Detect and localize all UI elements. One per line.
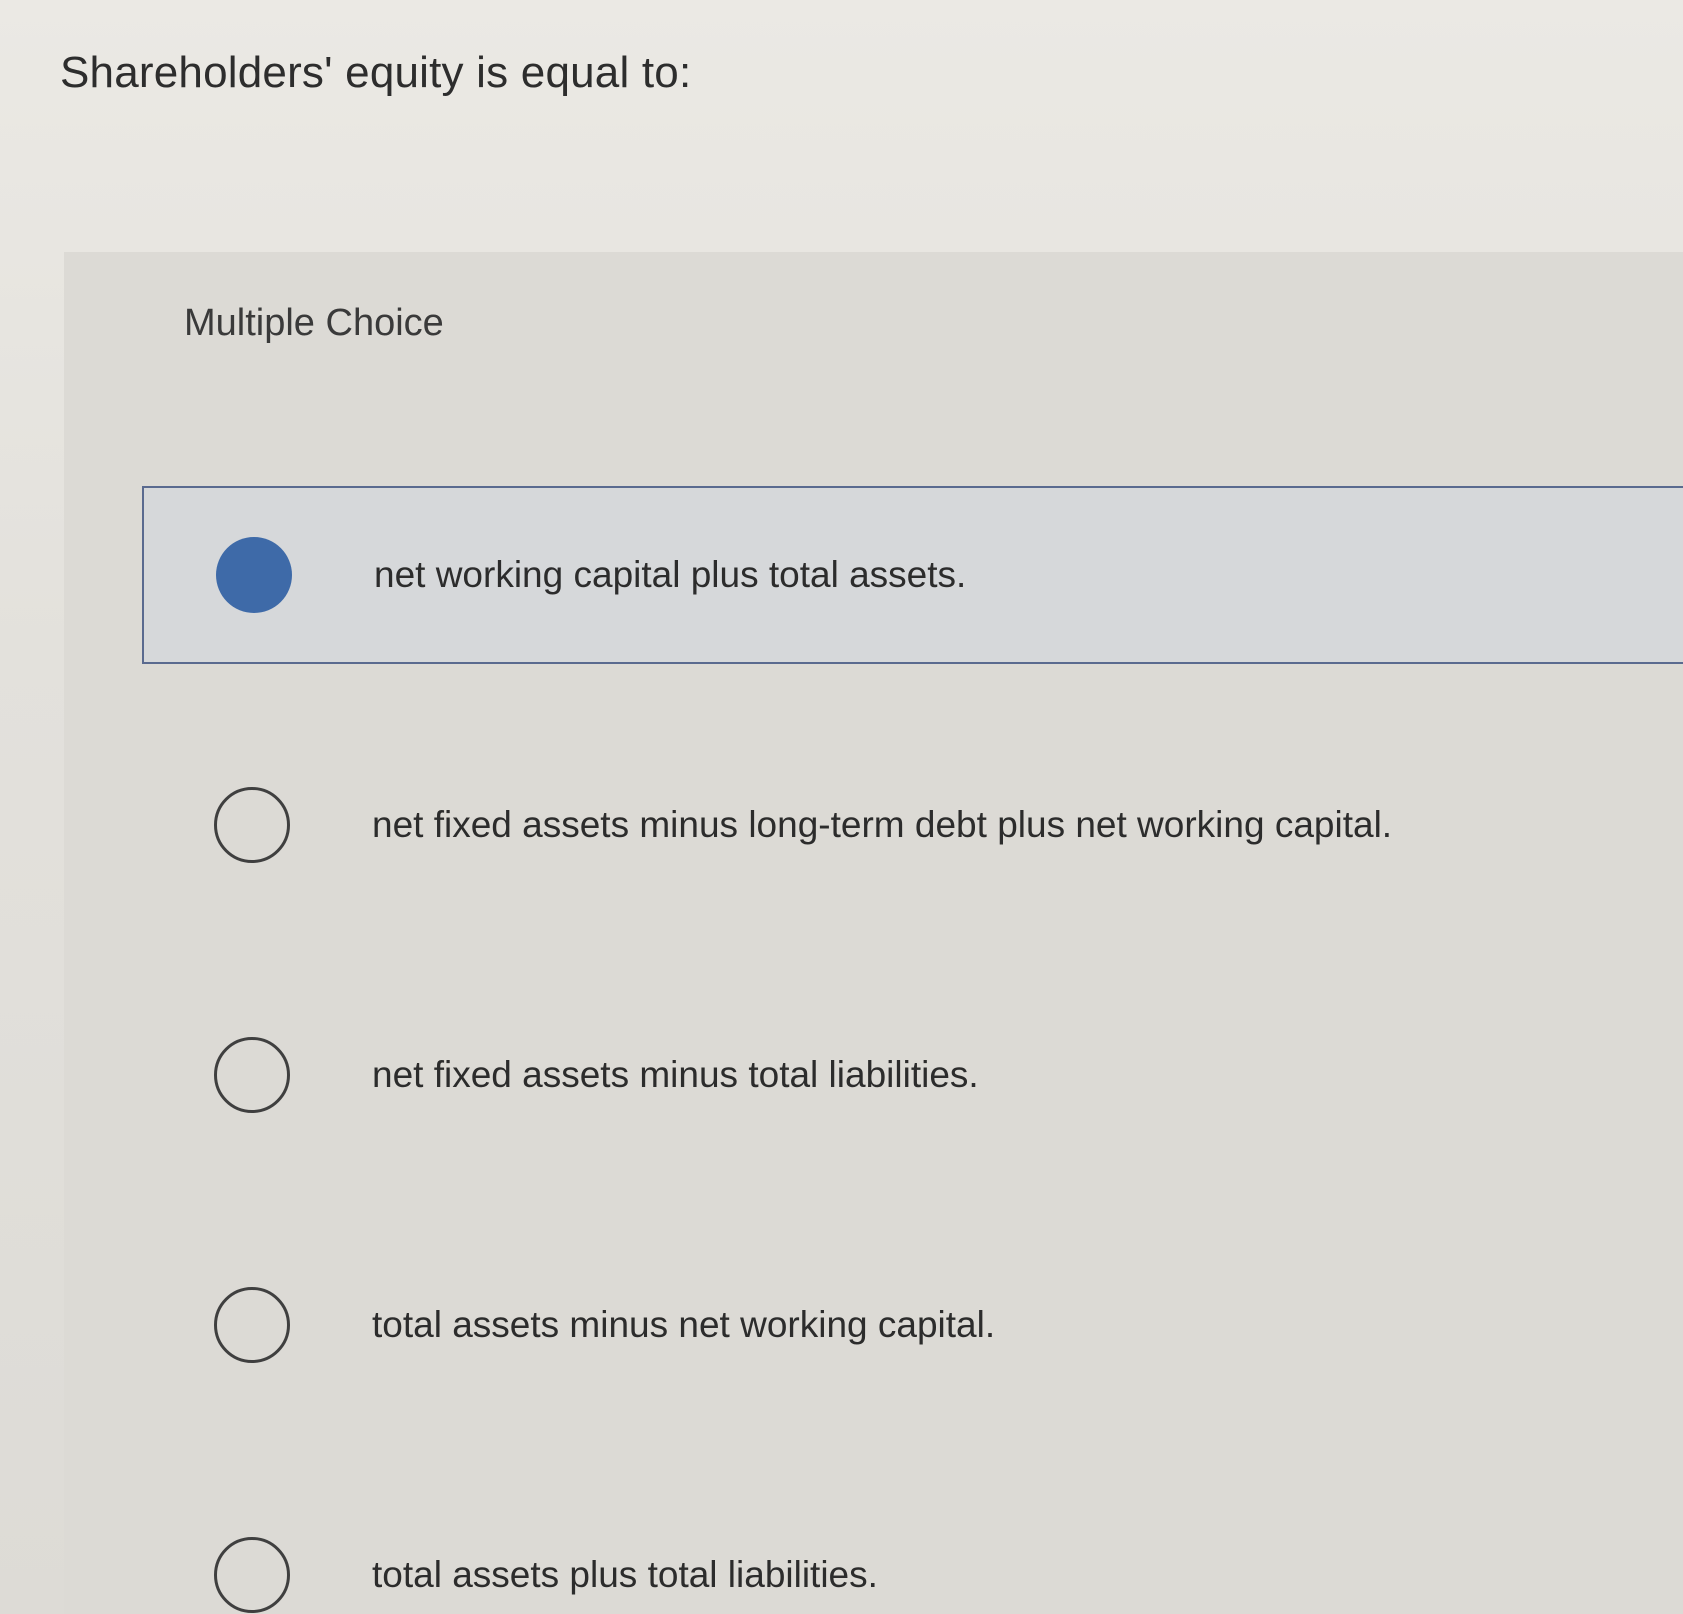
option-3-text: net fixed assets minus total liabilities…: [372, 1054, 979, 1095]
option-3[interactable]: net fixed assets minus total liabilities…: [142, 986, 1683, 1164]
radio-selected-icon[interactable]: [216, 537, 292, 613]
option-1[interactable]: net working capital plus total assets.: [142, 486, 1683, 664]
option-4[interactable]: total assets minus net working capital.: [142, 1236, 1683, 1414]
option-5[interactable]: total assets plus total liabilities.: [142, 1486, 1683, 1614]
page: Shareholders' equity is equal to: Multip…: [0, 0, 1683, 1614]
option-4-text: total assets minus net working capital.: [372, 1304, 996, 1345]
multiple-choice-label: Multiple Choice: [184, 302, 444, 344]
answer-panel: Multiple Choice net working capital plus…: [64, 252, 1683, 1614]
option-5-text: total assets plus total liabilities.: [372, 1554, 878, 1595]
radio-empty-icon[interactable]: [214, 1537, 290, 1613]
option-1-text: net working capital plus total assets.: [374, 554, 967, 595]
radio-empty-icon[interactable]: [214, 1037, 290, 1113]
radio-empty-icon[interactable]: [214, 787, 290, 863]
option-2-text: net fixed assets minus long-term debt pl…: [372, 804, 1393, 845]
question-text: Shareholders' equity is equal to:: [60, 48, 692, 97]
radio-empty-icon[interactable]: [214, 1287, 290, 1363]
option-2[interactable]: net fixed assets minus long-term debt pl…: [142, 736, 1683, 914]
